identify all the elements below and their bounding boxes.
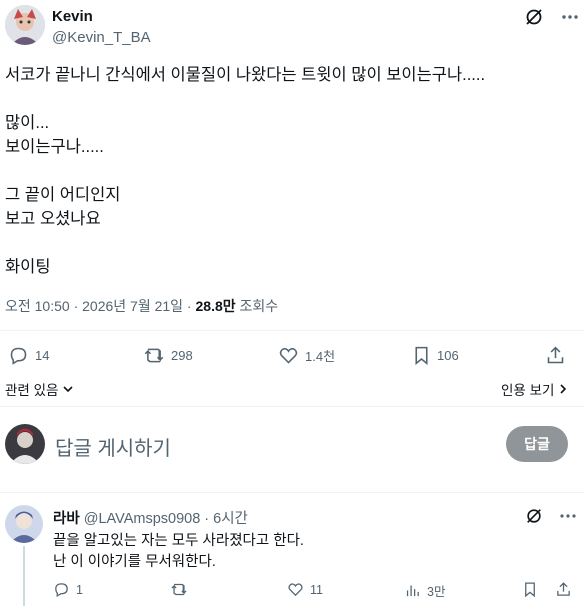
chevron-right-icon (560, 384, 567, 394)
share-button[interactable] (545, 345, 566, 366)
chevron-down-icon (63, 386, 74, 393)
reply-share-button[interactable] (555, 581, 572, 598)
author-name[interactable]: Kevin (52, 8, 93, 25)
quotes-label: 인용 보기 (501, 383, 555, 398)
reply-submit-button[interactable]: 답글 (506, 426, 568, 462)
retweet-icon (144, 348, 164, 363)
like-button[interactable]: 1.4천 (278, 345, 335, 366)
like-icon (288, 583, 303, 597)
reply-views-button[interactable]: 3만 (404, 581, 445, 600)
reply-views-count: 3만 (427, 585, 446, 599)
related-label: 관련 있음 (5, 383, 59, 398)
reply-retweet-button[interactable] (170, 581, 188, 598)
grok-icon[interactable] (524, 7, 544, 27)
bookmark-icon (525, 582, 535, 598)
reply-author-name[interactable]: 라바 (53, 511, 80, 527)
tweet-timestamp[interactable]: 오전 10:50 · 2026년 7월 21일 · (5, 298, 196, 314)
reply-text-line-1: 끝을 알고있는 자는 모두 사라졌다고 한다. (53, 533, 304, 549)
reply-input[interactable]: 답글 게시하기 (55, 432, 171, 461)
tweet-meta: 오전 10:50 · 2026년 7월 21일 · 28.8만 조회수 (5, 296, 278, 316)
divider (0, 406, 584, 407)
divider (0, 330, 584, 331)
bookmark-count: 106 (437, 348, 459, 363)
reply-reply-button[interactable]: 1 (53, 581, 83, 598)
reply-icon (55, 583, 68, 598)
reply-text-line-2: 난 이 이야기를 무서워한다. (53, 554, 216, 570)
author-avatar[interactable] (5, 5, 45, 45)
reply-like-button[interactable]: 11 (287, 581, 323, 598)
more-options-icon[interactable] (558, 507, 578, 525)
author-handle[interactable]: @Kevin_T_BA (52, 29, 151, 46)
more-options-icon[interactable] (560, 7, 580, 27)
share-icon (557, 582, 570, 596)
thread-line (23, 546, 25, 606)
reply-bookmark-button[interactable] (522, 581, 538, 598)
views-icon (406, 585, 419, 597)
related-toggle[interactable]: 관련 있음 (5, 379, 74, 399)
like-icon (279, 347, 298, 364)
view-quotes-link[interactable]: 인용 보기 (501, 379, 568, 399)
reply-button[interactable]: 14 (8, 345, 49, 366)
grok-icon[interactable] (525, 507, 543, 525)
reply-like-count: 11 (310, 582, 323, 597)
reply-time[interactable]: · 6시간 (204, 511, 248, 527)
view-count: 28.8만 (195, 298, 236, 314)
retweet-icon (171, 583, 187, 596)
bookmark-icon (415, 346, 428, 366)
retweet-button[interactable]: 298 (143, 345, 193, 366)
retweet-count: 298 (171, 348, 193, 363)
bookmark-button[interactable]: 106 (412, 345, 459, 366)
current-user-avatar (5, 424, 45, 464)
reply-header: 라바 @LAVAmsps0908 · 6시간 (53, 507, 248, 528)
reply-author-handle[interactable]: @LAVAmsps0908 (84, 511, 201, 527)
reply-author-avatar[interactable] (5, 505, 43, 543)
reply-count: 14 (35, 348, 50, 363)
share-icon (547, 346, 564, 364)
view-label: 조회수 (239, 298, 279, 314)
reply-icon (10, 347, 27, 365)
divider (0, 492, 584, 493)
reply-reply-count: 1 (76, 582, 83, 597)
like-count: 1.4천 (305, 349, 336, 364)
tweet-text: 서코가 끝나니 간식에서 이물질이 나왔다는 트윗이 많이 보이는구나.....… (5, 66, 486, 276)
